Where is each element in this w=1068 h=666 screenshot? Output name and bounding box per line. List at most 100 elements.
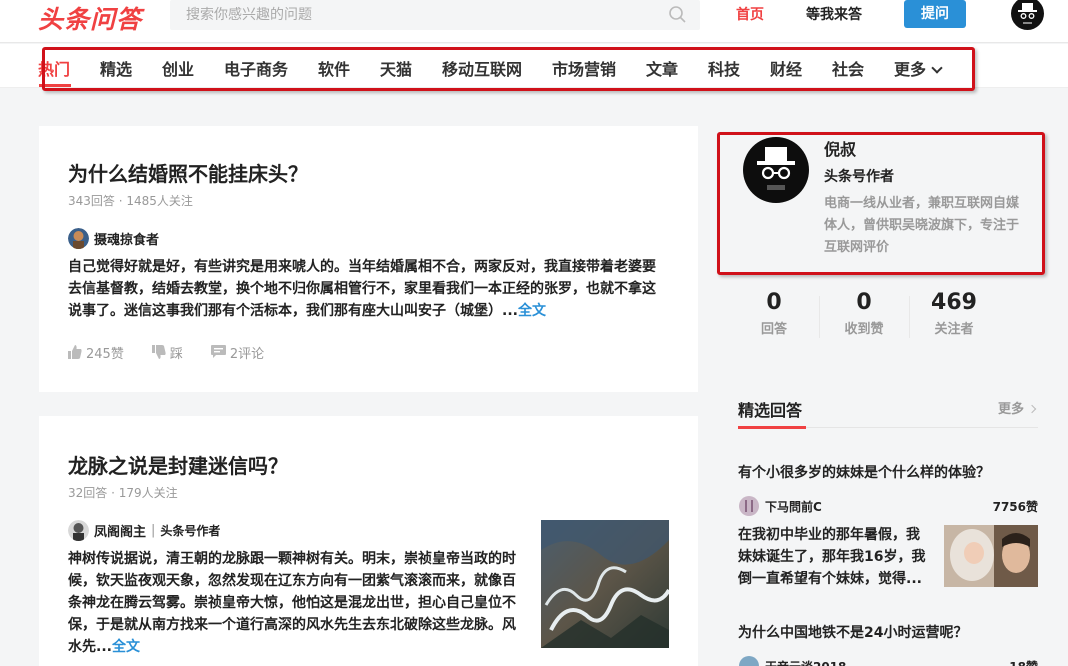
dislike-button[interactable]: 踩 [151,343,183,362]
pick-line: 妹妹诞生了，那年我16岁，我 [738,549,926,565]
comment-button[interactable]: 2评论 [210,343,265,362]
pick-line: 倒一直希望有个妹妹，觉得... [738,571,922,587]
section-underline [738,426,806,429]
thumbs-down-icon [151,345,166,359]
tab-marketing[interactable]: 市场营销 [552,56,616,80]
thumbs-up-icon [68,345,82,359]
pick-like-count: 18赞 [1009,658,1038,666]
pick-question[interactable]: 有个小很多岁的妹妹是个什么样的体验？ [738,462,990,482]
stat-label: 收到赞 [844,322,884,337]
search-box[interactable] [170,0,700,30]
featured-answers-title: 精选回答 [738,401,803,420]
tab-startup[interactable]: 创业 [162,56,194,80]
active-tab-underline [39,84,71,87]
answer-line: 条神龙在腾云驾雾。崇祯皇帝大惊，他怕这是混龙出世，担心自己皇位不 [68,595,516,611]
answer-author[interactable]: 凤阁阁主 | 头条号作者 [68,519,220,541]
bio-line: 体人，曾供职吴晓波旗下，专注于 [824,218,1020,233]
answer-line: 神树传说据说，清王朝的龙脉跟一颗神树有关。明末，崇祯皇帝当政的时 [68,551,516,567]
like-count: 245赞 [86,346,124,362]
nav-answer-link[interactable]: 等我来答 [806,4,862,24]
stat-number: 0 [856,290,872,315]
answer-line: 去信基督教，结婚去教堂，换个地不归你属相管行不，家里看我们一本正经的张罗，也就不… [68,281,656,297]
author-name[interactable]: 凤阁阁主 [94,521,146,540]
stat-number: 0 [766,290,782,315]
answer-excerpt[interactable]: 神树传说据说，清王朝的龙脉跟一颗神树有关。明末，崇祯皇帝当政的时 候，钦天监夜观… [68,548,526,658]
full-text-link[interactable]: 全文 [518,303,546,319]
search-input[interactable] [170,0,660,30]
question-meta: 343回答 · 1485人关注 [68,194,193,208]
hat-glasses-logo-icon [757,147,795,190]
tab-mobile-internet[interactable]: 移动互联网 [442,56,522,80]
user-avatar[interactable] [1011,0,1044,30]
tab-ecommerce[interactable]: 电子商务 [224,56,288,80]
answer-excerpt[interactable]: 自己觉得好就是好，有些讲究是用来唬人的。当年结婚属相不合，两家反对，我直接带着老… [68,256,668,322]
tab-software[interactable]: 软件 [318,56,350,80]
author-name[interactable]: 摄魂掠食者 [94,229,159,248]
answer-line-text: 说事了。迷信这事我们那有个活标本，我们那有座大山叫安子（城堡）... [68,303,518,319]
answer-line: 水先...全文 [68,636,526,658]
mountain-river-image [541,520,669,648]
tab-hot[interactable]: 热门 [38,56,70,80]
dislike-label: 踩 [169,346,183,362]
follower-count: 1485人关注 [126,194,193,208]
answer-line: 说事了。迷信这事我们那有个活标本，我们那有座大山叫安子（城堡）...全文 [68,300,668,322]
chevron-right-icon [1027,404,1036,414]
question-meta: 32回答 · 179人关注 [68,486,178,500]
comment-icon [210,345,226,358]
stat-followers[interactable]: 469 关注者 [909,290,999,337]
avatar-hat-icon [1018,3,1037,24]
profile-avatar[interactable] [743,137,809,203]
answer-line-text: 水先... [68,639,112,655]
featured-more-link[interactable]: 更多 [998,398,1036,417]
nav-home-link[interactable]: 首页 [736,4,764,24]
answer-actions: 245赞 踩 2评论 [68,342,292,362]
stat-likes[interactable]: 0 收到赞 [819,290,909,337]
question-card: 龙脉之说是封建迷信吗？ 32回答 · 179人关注 凤阁阁主 | 头条号作者 神… [39,416,698,666]
pick-author-avatar [739,656,759,666]
full-text-link[interactable]: 全文 [112,639,140,655]
question-title[interactable]: 为什么结婚照不能挂床头？ [68,158,308,187]
author-tag: 头条号作者 [160,523,221,538]
baby-photo-image [944,525,1038,587]
stat-number: 469 [931,290,977,315]
author-avatar [68,519,89,541]
tab-finance[interactable]: 财经 [770,56,802,80]
follower-count: 179人关注 [118,486,178,500]
profile-role: 头条号作者 [824,169,894,185]
pick-author-name: 天音云谈2018 [765,658,846,666]
tab-articles[interactable]: 文章 [646,56,678,80]
like-button[interactable]: 245赞 [68,343,124,362]
answer-thumbnail[interactable] [541,520,669,648]
tab-featured[interactable]: 精选 [100,56,132,80]
pick-question[interactable]: 为什么中国地铁不是24小时运营呢？ [738,622,967,642]
answer-author[interactable]: 摄魂掠食者 [68,227,159,249]
pick-author[interactable]: 下马問前C [739,495,822,517]
stat-answers[interactable]: 0 回答 [729,290,819,337]
bio-line: 电商一线从业者，兼职互联网自媒 [824,196,1020,211]
pick-author[interactable]: 天音云谈2018 [739,656,846,666]
tab-more[interactable]: 更多 [894,56,943,80]
tab-tmall[interactable]: 天猫 [380,56,412,80]
stat-label: 回答 [760,322,787,337]
tab-society[interactable]: 社会 [832,56,864,80]
top-header: 头条问答 首页 等我来答 提问 [0,0,1068,43]
question-title[interactable]: 龙脉之说是封建迷信吗？ [68,450,288,479]
pick-author-avatar [739,496,759,516]
search-icon[interactable] [668,5,688,25]
site-logo[interactable]: 头条问答 [38,0,142,34]
tab-tech[interactable]: 科技 [708,56,740,80]
pick-thumbnail[interactable] [944,525,1038,587]
profile-name[interactable]: 倪叔 [824,136,856,160]
bio-line: 互联网评价 [824,240,890,255]
pick-excerpt[interactable]: 在我初中毕业的那年暑假，我 妹妹诞生了，那年我16岁，我 倒一直希望有个妹妹，觉… [738,524,934,590]
answer-count: 343回答 [68,194,115,208]
tab-more-label: 更多 [894,60,927,79]
channel-bar: 热门 精选 创业 电子商务 软件 天猫 移动互联网 市场营销 文章 科技 财经 … [0,44,1068,88]
pick-like-count: 7756赞 [992,500,1038,514]
ask-button[interactable]: 提问 [904,0,966,28]
pick-author-name: 下马問前C [765,499,822,514]
question-card: 为什么结婚照不能挂床头？ 343回答 · 1485人关注 摄魂掠食者 自己觉得好… [39,126,698,392]
comment-count: 2评论 [229,346,265,362]
stat-label: 关注者 [934,322,974,337]
pick-line: 在我初中毕业的那年暑假，我 [738,527,920,543]
